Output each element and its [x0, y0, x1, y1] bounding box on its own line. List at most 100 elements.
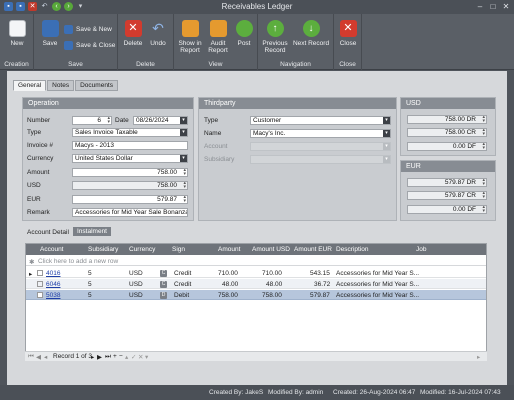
thirdparty-subsidiary-dropdown-icon[interactable]: ▾ [383, 156, 390, 163]
tab-instalment[interactable]: Instalment [73, 227, 111, 236]
save-button[interactable]: Save [40, 20, 60, 47]
cancel-record-icon[interactable]: ✕ [138, 353, 143, 361]
undo-button[interactable]: ↶ Undo [148, 20, 168, 47]
audit-report-button[interactable]: Audit Report [205, 20, 231, 54]
thirdparty-type-dropdown-icon[interactable]: ▾ [383, 117, 390, 124]
sign-icon: C [160, 270, 167, 277]
group-label-navigation: Navigation [280, 61, 311, 68]
remark-field[interactable]: Accessories for Mid Year Sale Bonanza [72, 208, 188, 217]
amount-spinner[interactable]: ▴ ▾ [183, 169, 186, 176]
ribbon-group-view: Show in Report Audit Report Post View [174, 14, 258, 70]
tab-documents[interactable]: Documents [75, 80, 118, 91]
thirdparty-account-label: Account [204, 143, 228, 150]
col-account[interactable]: Account [40, 246, 64, 253]
type-dropdown-icon[interactable]: ▾ [180, 129, 187, 136]
number-field[interactable]: 6 ▴ ▾ [72, 116, 112, 125]
col-amount-eur[interactable]: Amount EUR [294, 246, 332, 253]
thirdparty-subsidiary-select[interactable]: ▾ [250, 155, 391, 164]
row-checkbox[interactable] [37, 292, 43, 298]
eur-spinner[interactable]: ▴ ▾ [183, 196, 186, 203]
date-field[interactable]: 08/26/2024 ▾ [133, 116, 188, 125]
amount-field[interactable]: 758.00 ▴ ▾ [72, 168, 188, 177]
minimize-button[interactable]: – [474, 1, 486, 12]
col-description[interactable]: Description [336, 246, 369, 253]
usd-cr-field[interactable]: 758.00 CR ▴ ▾ [407, 128, 487, 137]
eur-df-spinner[interactable]: ▴ ▾ [482, 206, 485, 213]
next-record-icon[interactable]: ▸ [91, 353, 94, 361]
delete-button[interactable]: ✕ Delete [123, 20, 143, 47]
show-in-report-button[interactable]: Show in Report [176, 20, 204, 54]
save-new-button[interactable]: Save & New [64, 25, 112, 34]
thirdparty-name-select[interactable]: Macy's Inc. ▾ [250, 129, 391, 138]
close-window-button[interactable]: ✕ [500, 1, 512, 12]
new-button[interactable]: New [7, 20, 27, 47]
report-icon [181, 20, 199, 37]
type-select[interactable]: Sales Invoice Taxable ▾ [72, 128, 188, 137]
usd-label: USD [27, 182, 41, 189]
prev-page-icon[interactable]: ◀ [36, 353, 41, 361]
ribbon-group-navigation: ↑ Previous Record ↓ Next Record Navigati… [258, 14, 334, 70]
scroll-right-icon[interactable]: ▸ [477, 353, 480, 361]
thirdparty-type-label: Type [204, 117, 219, 124]
date-dropdown-icon[interactable]: ▾ [180, 117, 187, 124]
row-checkbox[interactable] [37, 270, 43, 276]
close-x-icon: ✕ [339, 20, 357, 37]
currency-dropdown-icon[interactable]: ▾ [180, 155, 187, 162]
post-button[interactable]: Post [234, 20, 254, 47]
first-record-icon[interactable]: ⏮ [28, 353, 34, 361]
usd-cr-spinner[interactable]: ▴ ▾ [482, 129, 485, 136]
col-amount[interactable]: Amount [218, 246, 240, 253]
usd-dr-spinner[interactable]: ▴ ▾ [482, 116, 485, 123]
next-page-icon[interactable]: ▶ [97, 353, 102, 361]
table-row[interactable]: 6046 5 USD C Credit 48.00 48.00 36.72 Ac… [26, 279, 486, 289]
thirdparty-name-dropdown-icon[interactable]: ▾ [383, 130, 390, 137]
currency-select[interactable]: United States Dollar ▾ [72, 154, 188, 163]
tab-general[interactable]: General [13, 80, 47, 91]
table-row[interactable]: ▸ 4016 5 USD C Credit 710.00 710.00 543.… [26, 268, 486, 278]
delete-record-icon[interactable]: − [119, 353, 123, 360]
usd-df-spinner[interactable]: ▴ ▾ [482, 143, 485, 150]
tab-notes[interactable]: Notes [47, 80, 75, 91]
col-currency[interactable]: Currency [129, 246, 155, 253]
thirdparty-type-select[interactable]: Customer ▾ [250, 116, 391, 125]
filter-record-icon[interactable]: ▾ [145, 353, 148, 361]
add-record-icon[interactable]: + [113, 353, 117, 360]
eur-dr-field[interactable]: 579.87 DR ▴ ▾ [407, 178, 487, 187]
edit-record-icon[interactable]: ▴ [125, 353, 128, 361]
last-record-icon[interactable]: ⏭ [105, 353, 111, 361]
col-subsidiary[interactable]: Subsidiary [88, 246, 118, 253]
status-bar: Created By: JakeS Modified By: admin Cre… [0, 385, 514, 400]
thirdparty-account-select[interactable]: ▾ [250, 142, 391, 151]
account-detail-grid: Account Subsidiary Currency Sign Amount … [25, 243, 487, 361]
close-button[interactable]: ✕ Close [338, 20, 358, 47]
usd-field[interactable]: 758.00 ▴ ▾ [72, 181, 188, 190]
col-sign[interactable]: Sign [172, 246, 185, 253]
add-row[interactable]: ✱ Click here to add a new row [26, 256, 486, 266]
tab-account-detail[interactable]: Account Detail [27, 229, 69, 236]
invoice-field[interactable]: Macys - 2013 [72, 141, 188, 150]
eur-cr-field[interactable]: 579.87 CR ▴ ▾ [407, 191, 487, 200]
col-job[interactable]: Job [416, 246, 426, 253]
number-spinner[interactable]: ▴ ▾ [107, 117, 110, 124]
save-record-icon[interactable]: ✓ [131, 353, 136, 361]
usd-dr-field[interactable]: 758.00 DR ▴ ▾ [407, 115, 487, 124]
eur-df-field[interactable]: 0.00 DF ▴ ▾ [407, 205, 487, 214]
eur-cr-spinner[interactable]: ▴ ▾ [482, 192, 485, 199]
eur-field[interactable]: 579.87 ▴ ▾ [72, 195, 188, 204]
eur-dr-spinner[interactable]: ▴ ▾ [482, 179, 485, 186]
ribbon-group-delete: ✕ Delete ↶ Undo Delete [118, 14, 174, 70]
usd-df-field[interactable]: 0.00 DF ▴ ▾ [407, 142, 487, 151]
audit-report-icon [209, 20, 227, 37]
next-record-button[interactable]: ↓ Next Record [292, 20, 330, 47]
prev-record-icon[interactable]: ◂ [44, 353, 47, 361]
usd-spinner[interactable]: ▴ ▾ [183, 182, 186, 189]
new-document-icon [8, 20, 26, 37]
previous-record-button[interactable]: ↑ Previous Record [261, 20, 289, 54]
operation-header: Operation [23, 98, 193, 109]
col-amount-usd[interactable]: Amount USD [252, 246, 290, 253]
row-checkbox[interactable] [37, 281, 43, 287]
thirdparty-account-dropdown-icon[interactable]: ▾ [383, 143, 390, 150]
table-row[interactable]: 5038 5 USD D Debit 758.00 758.00 579.87 … [26, 290, 486, 300]
save-close-button[interactable]: Save & Close [64, 41, 115, 50]
maximize-button[interactable]: □ [487, 1, 499, 12]
